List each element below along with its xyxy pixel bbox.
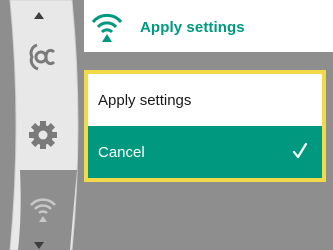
option-label: Apply settings	[98, 92, 192, 109]
header-bar: Apply settings	[84, 0, 333, 52]
option-apply-settings[interactable]: Apply settings	[88, 74, 322, 126]
wireless-apply-icon	[91, 13, 123, 42]
option-label: Cancel	[98, 144, 145, 161]
confirm-dialog: Apply settings Cancel	[84, 70, 326, 182]
page-title: Apply settings	[140, 19, 245, 36]
wireless-apply-icon	[30, 198, 56, 222]
menu-item-apply-settings[interactable]	[12, 178, 74, 240]
scroll-up-arrow-icon[interactable]	[34, 12, 44, 19]
dialog-options: Apply settings Cancel	[88, 74, 322, 178]
option-cancel[interactable]: Cancel	[88, 126, 322, 178]
scroll-down-arrow-icon[interactable]	[34, 242, 44, 249]
menu-item-settings-transfer[interactable]	[12, 26, 74, 88]
side-menu	[0, 0, 84, 250]
gear-icon	[29, 121, 57, 149]
settings-transfer-icon	[29, 43, 56, 71]
checkmark-icon	[292, 142, 308, 159]
menu-item-settings[interactable]	[12, 104, 74, 166]
